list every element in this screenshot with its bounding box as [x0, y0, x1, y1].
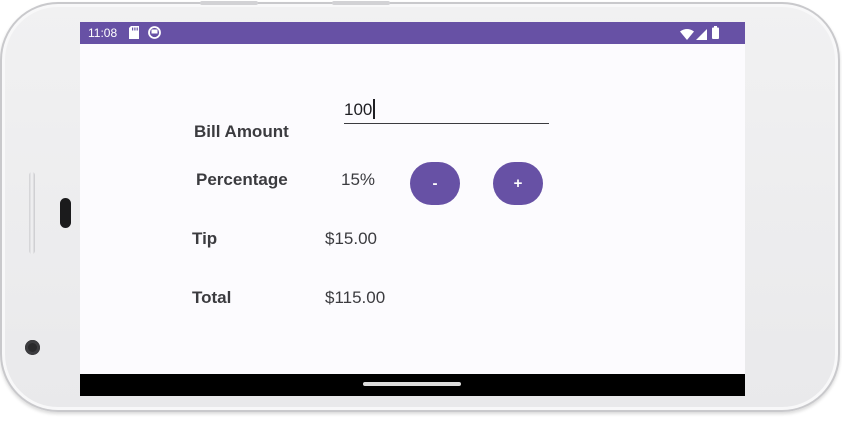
bill-amount-value: 100	[344, 100, 373, 119]
percentage-label: Percentage	[196, 170, 288, 189]
bill-amount-input[interactable]: 100	[344, 96, 549, 124]
decrement-label: -	[432, 175, 438, 192]
increment-button[interactable]: +	[493, 162, 543, 205]
increment-label: +	[513, 175, 523, 192]
front-camera	[25, 340, 40, 355]
side-grille	[29, 172, 35, 254]
power-button	[332, 1, 390, 5]
decrement-button[interactable]: -	[410, 162, 460, 205]
volume-button	[200, 1, 258, 5]
tip-value: $15.00	[325, 229, 377, 248]
bill-amount-label: Bill Amount	[194, 122, 289, 141]
sd-card-icon	[129, 26, 139, 44]
wifi-icon	[680, 27, 694, 45]
tip-label: Tip	[192, 229, 218, 248]
text-cursor	[373, 99, 375, 119]
status-time: 11:08	[88, 26, 118, 40]
total-label: Total	[192, 288, 232, 307]
battery-icon	[712, 26, 719, 44]
home-gesture-handle[interactable]	[363, 382, 461, 386]
signal-icon	[696, 27, 707, 45]
app-screen: 11:08 Bill Amount 100 Percentage 15% - +…	[80, 22, 745, 396]
total-value: $115.00	[325, 288, 386, 307]
percentage-value: 15%	[341, 170, 376, 189]
earpiece-speaker	[60, 198, 71, 228]
status-bar: 11:08	[80, 22, 745, 44]
navigation-bar	[80, 374, 745, 396]
notification-icon	[148, 26, 161, 44]
